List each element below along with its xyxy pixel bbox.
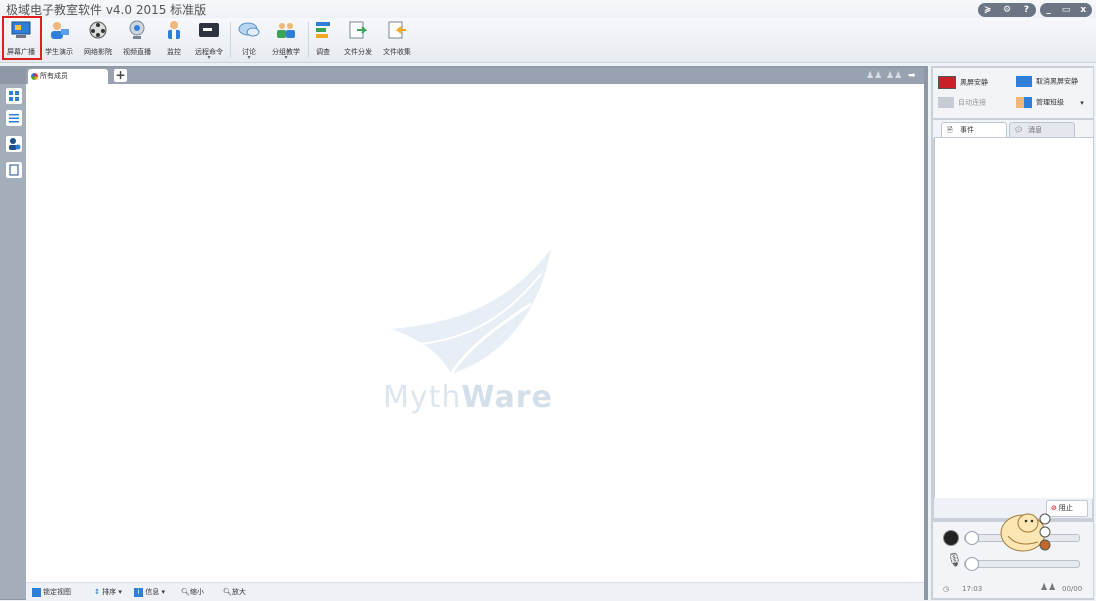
message-icon: 💬︎: [1014, 126, 1023, 134]
members-icon: [31, 73, 38, 80]
clock-icon: ◷: [943, 585, 950, 593]
zoom-out-button[interactable]: 🔍︎缩小: [181, 587, 204, 597]
status-bar: 锁定视图 ↕ 排序 ▾ i 信息 ▾ 🔍︎缩小 🔍︎放大: [26, 582, 924, 600]
online-counter: 00/00: [1062, 585, 1083, 593]
cancel-black-screen-button[interactable]: 取消黑屏安静: [1016, 76, 1078, 87]
student-demo-button[interactable]: 学生演示: [43, 18, 75, 62]
chevron-down-icon[interactable]: ▾: [192, 54, 226, 61]
zoom-in-icon: 🔍︎: [223, 588, 232, 596]
chevron-down-icon: ▾: [1080, 98, 1084, 107]
user-view-button[interactable]: [6, 136, 22, 152]
window-controls: _ ▭ x: [1040, 3, 1092, 17]
manage-class-icon: [1016, 97, 1032, 108]
title-bar: 极域电子教室软件 v4.0 2015 标准版 ≽ ⚙ ? _ ▭ x: [0, 0, 1096, 18]
sort-icon: ↕: [94, 588, 100, 596]
close-button[interactable]: x: [1075, 5, 1091, 15]
remote-command-icon: [199, 23, 219, 37]
user-group-icon[interactable]: ♟♟: [886, 71, 902, 81]
zoom-in-button[interactable]: 🔍︎放大: [223, 587, 246, 597]
lock-view-button[interactable]: 锁定视图: [32, 587, 71, 597]
help-icon[interactable]: ?: [1018, 5, 1034, 15]
info-button[interactable]: i 信息 ▾: [134, 587, 165, 597]
lock-view-icon: [32, 587, 41, 597]
events-list[interactable]: [934, 137, 1094, 500]
list-view-icon: [9, 114, 19, 123]
tab-messages[interactable]: 💬︎ 消息: [1009, 122, 1075, 137]
video-live-button[interactable]: 视频直播: [120, 18, 154, 62]
event-icon: 🗎: [947, 126, 953, 134]
file-distribute-icon: [349, 21, 368, 39]
maximize-button[interactable]: ▭: [1058, 5, 1074, 15]
screen-broadcast-icon: [11, 21, 31, 38]
network-cinema-button[interactable]: 网络影院: [81, 18, 115, 62]
grid-view-button[interactable]: [6, 88, 22, 104]
user-icon: [9, 138, 21, 150]
tab-strip: [26, 68, 924, 84]
black-screen-button[interactable]: 黑屏安静: [938, 76, 988, 89]
expand-icon[interactable]: ≽: [980, 5, 996, 15]
discussion-icon: [238, 22, 260, 37]
view-switcher: [0, 84, 26, 599]
group-teaching-button[interactable]: 分组教学 ▾: [268, 18, 304, 62]
monitor-icon: [168, 21, 180, 39]
manage-class-button[interactable]: 管理班级 ▾: [1016, 97, 1084, 108]
tab-all-members[interactable]: 所有成员: [28, 69, 108, 84]
discussion-button[interactable]: 讨论 ▾: [234, 18, 264, 62]
file-collect-icon: [388, 21, 406, 39]
settings-icon[interactable]: ⚙: [999, 5, 1015, 15]
minimize-button[interactable]: _: [1041, 5, 1057, 15]
mic-slider-handle[interactable]: [965, 557, 979, 571]
screen-broadcast-button[interactable]: 屏幕广播: [2, 16, 42, 62]
black-screen-icon: [938, 76, 956, 89]
monitor-button[interactable]: 监控: [160, 18, 188, 62]
camera-icon[interactable]: [943, 530, 959, 546]
volume-slider-handle[interactable]: [965, 531, 979, 545]
students-icon: ♟♟: [1040, 583, 1057, 593]
chevron-down-icon[interactable]: ▾: [234, 54, 264, 61]
main-toolbar: 屏幕广播 学生演示 网络影院 视频直播 监控 远程命令 ▾ 讨论 ▾ 分组教学 …: [0, 16, 1096, 63]
student-demo-icon: [51, 22, 69, 39]
auto-login-button[interactable]: 自动连接: [938, 97, 986, 108]
info-icon: i: [134, 587, 143, 597]
time-text: 17:03: [962, 585, 983, 593]
cancel-black-screen-icon: [1016, 76, 1032, 87]
document-view-button[interactable]: [6, 162, 22, 178]
window-extra-controls: ≽ ⚙ ?: [978, 3, 1036, 17]
mythware-logo-wing: [391, 249, 551, 375]
zoom-out-icon: 🔍︎: [181, 588, 190, 596]
auto-login-icon: [938, 97, 954, 108]
list-view-button[interactable]: [6, 110, 22, 126]
group-teaching-icon: [277, 23, 295, 38]
sort-button[interactable]: ↕ 排序 ▾: [94, 587, 122, 597]
toolbar-divider: [308, 22, 309, 58]
document-icon: [9, 164, 19, 176]
mic-slider[interactable]: [964, 560, 1080, 568]
mythware-logo-text: MythWare: [383, 380, 553, 415]
toolbar-divider: [230, 22, 231, 58]
video-live-icon: [129, 20, 145, 39]
members-canvas[interactable]: [26, 84, 924, 582]
file-collect-button[interactable]: 文件收集: [380, 18, 414, 62]
remote-command-button[interactable]: 远程命令 ▾: [192, 18, 226, 62]
survey-button[interactable]: 调查: [311, 18, 335, 62]
tab-events[interactable]: 🗎 事件: [941, 122, 1007, 137]
arrow-right-icon[interactable]: ➡: [908, 71, 916, 81]
add-tab-button[interactable]: +: [114, 69, 127, 82]
chevron-down-icon[interactable]: ▾: [268, 54, 304, 61]
file-distribute-button[interactable]: 文件分发: [341, 18, 375, 62]
user-group-icon[interactable]: ♟♟: [866, 71, 882, 81]
network-cinema-icon: [89, 21, 107, 39]
survey-icon: [316, 22, 330, 38]
mascot-cat-icon: [1000, 513, 1051, 552]
microphone-icon[interactable]: 🎙︎: [946, 553, 963, 568]
grid-view-icon: [9, 91, 19, 101]
